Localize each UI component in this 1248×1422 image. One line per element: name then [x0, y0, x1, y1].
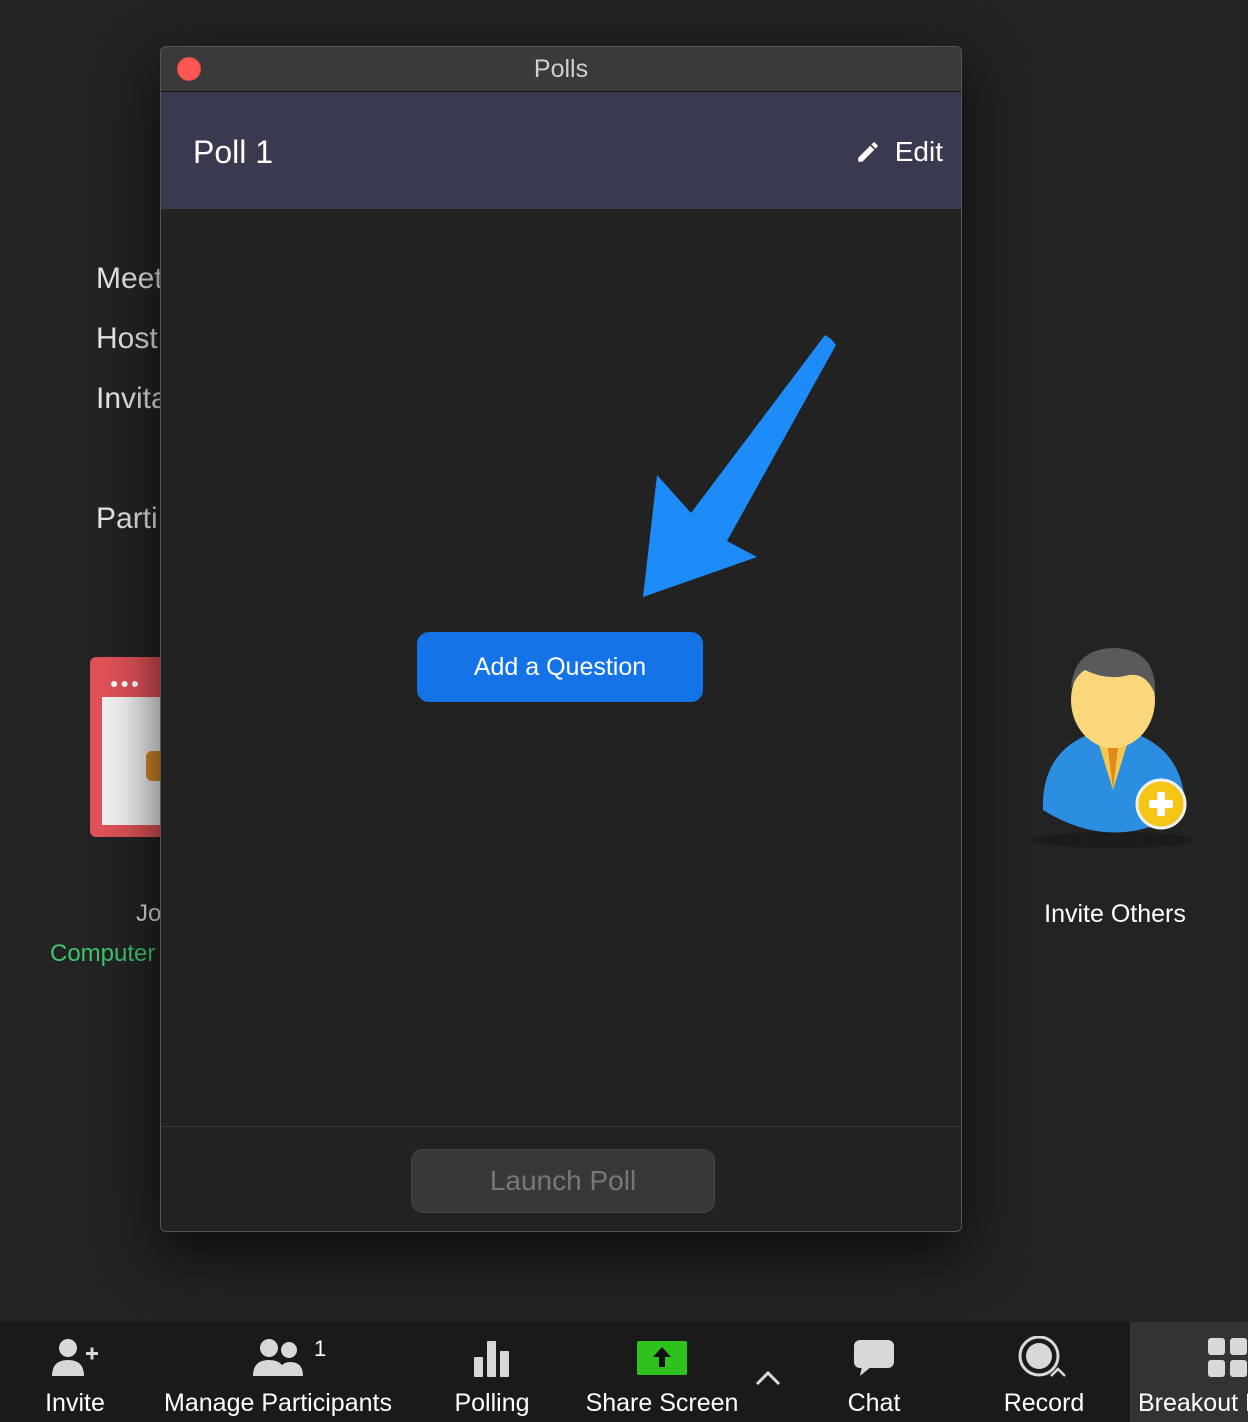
edit-button[interactable]: Edit	[855, 136, 943, 168]
window-dots-icon: ●●●	[110, 675, 142, 691]
participant-name: Jo	[136, 900, 162, 927]
host-label: Host	[96, 322, 158, 355]
invite-label: Invite	[45, 1389, 105, 1417]
poll-header: Poll 1 Edit	[161, 92, 961, 209]
share-screen-label: Share Screen	[585, 1389, 739, 1417]
title-bar: Polls	[161, 47, 961, 92]
manage-participants-button[interactable]: 1 Manage Participants	[160, 1322, 396, 1422]
record-label: Record	[1003, 1389, 1085, 1417]
chat-button[interactable]: Chat	[830, 1322, 918, 1422]
chat-label: Chat	[847, 1389, 901, 1417]
add-user-icon	[52, 1339, 98, 1376]
polls-window: Polls Poll 1 Edit Add a Question Launch …	[160, 46, 962, 1232]
record-button[interactable]: Record	[996, 1322, 1092, 1422]
invite-button[interactable]: Invite	[20, 1322, 130, 1422]
meeting-id-label: Meet	[96, 262, 163, 295]
share-options-caret[interactable]	[750, 1322, 786, 1422]
breakout-rooms-label: Breakout R	[1138, 1389, 1248, 1417]
launch-poll-button[interactable]: Launch Poll	[411, 1149, 715, 1213]
close-window-button[interactable]	[177, 57, 201, 81]
add-question-button[interactable]: Add a Question	[417, 632, 703, 702]
polling-label: Polling	[454, 1389, 530, 1417]
poll-footer: Launch Poll	[161, 1126, 961, 1231]
chevron-up-icon	[755, 1370, 781, 1386]
poll-title: Poll 1	[193, 134, 274, 170]
manage-participants-label: Manage Participants	[164, 1389, 392, 1417]
meeting-toolbar: Invite 1 Manage Participants Polling Sha…	[0, 1322, 1248, 1422]
participant-id-label: Parti	[96, 502, 158, 535]
annotation-arrow	[643, 335, 836, 597]
participants-icon	[253, 1339, 303, 1376]
invite-user-icon	[1033, 648, 1193, 848]
polling-button[interactable]: Polling	[440, 1322, 544, 1422]
audio-status: Computer	[50, 940, 156, 967]
bar-chart-icon	[474, 1341, 509, 1377]
participant-count-badge: 1	[314, 1336, 327, 1361]
share-screen-button[interactable]: Share Screen	[580, 1322, 744, 1422]
edit-label: Edit	[894, 136, 943, 167]
invite-others-label: Invite Others	[1044, 900, 1186, 928]
invite-others-button[interactable]: Invite Others	[1010, 640, 1220, 929]
record-icon	[1018, 1336, 1066, 1377]
share-screen-icon	[637, 1341, 687, 1375]
window-title: Polls	[533, 55, 589, 83]
breakout-rooms-icon	[1208, 1338, 1247, 1377]
chat-bubble-icon	[854, 1340, 894, 1376]
pencil-icon	[858, 142, 878, 162]
breakout-rooms-button[interactable]: Breakout R	[1130, 1322, 1248, 1422]
poll-body: Add a Question	[161, 209, 961, 1124]
invitation-label: Invita	[96, 382, 168, 415]
